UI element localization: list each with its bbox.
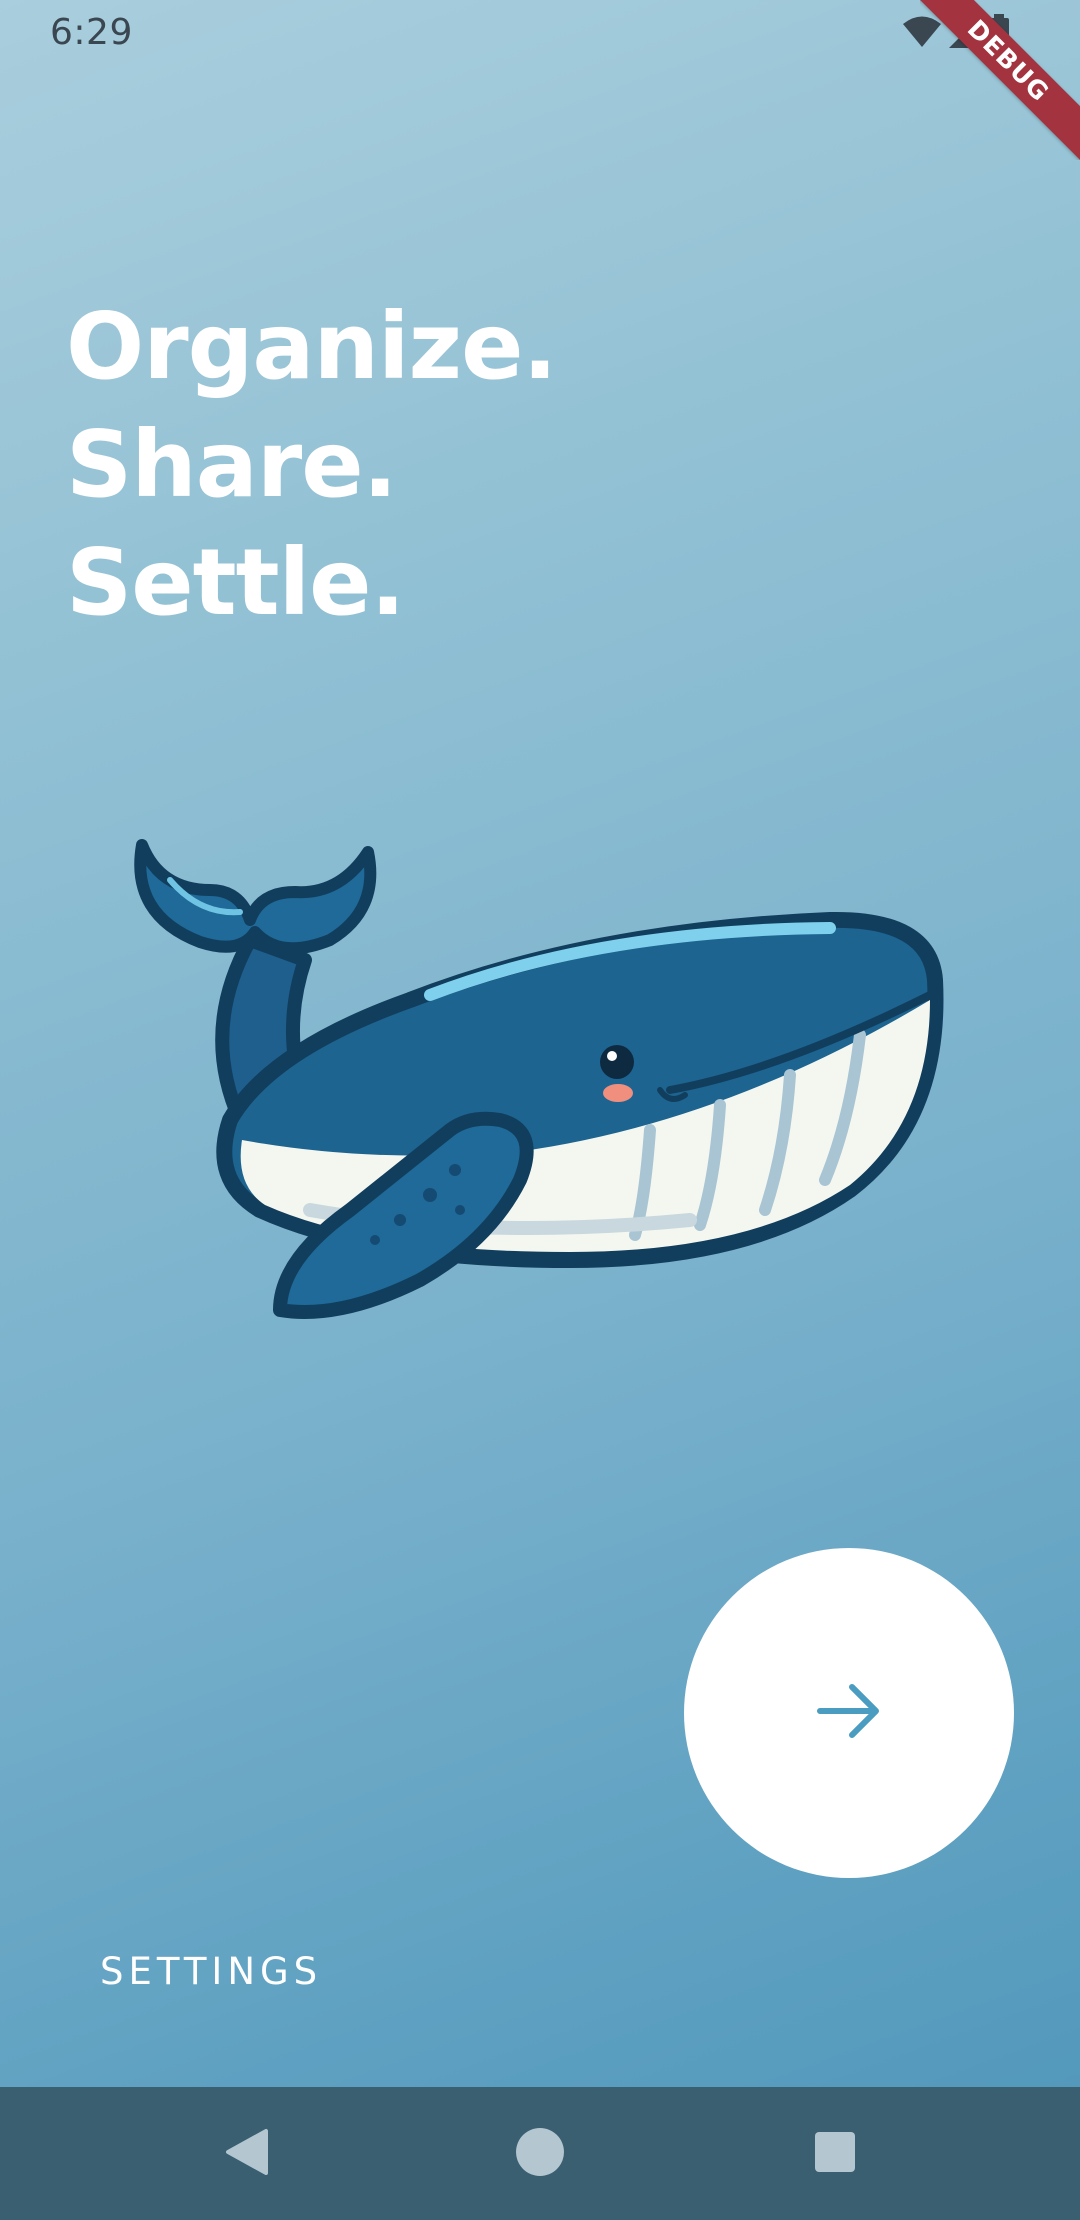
home-icon — [514, 2126, 566, 2182]
debug-banner: DEBUG — [920, 0, 1080, 160]
nav-back-button[interactable] — [177, 2087, 317, 2220]
recents-icon — [813, 2130, 857, 2178]
nav-recents-button[interactable] — [765, 2087, 905, 2220]
whale-eye — [600, 1045, 634, 1079]
whale-cheek — [603, 1084, 633, 1102]
arrow-right-icon — [814, 1676, 884, 1750]
debug-banner-label: DEBUG — [920, 0, 1080, 160]
nav-home-button[interactable] — [470, 2087, 610, 2220]
back-icon — [222, 2127, 272, 2181]
navigation-bar — [0, 2087, 1080, 2220]
status-bar: 6:29 — [0, 0, 1080, 66]
headline-line-share: Share. — [66, 411, 398, 518]
headline: Organize. Share. Settle. — [66, 288, 557, 642]
settings-button[interactable]: SETTINGS — [100, 1950, 322, 1993]
next-button[interactable] — [684, 1548, 1014, 1878]
whale-tail-fluke — [134, 839, 377, 955]
headline-line-organize: Organize. — [66, 293, 557, 400]
headline-line-settle: Settle. — [66, 529, 406, 636]
onboarding-screen: 6:29 DEBUG Organize. Share. Settle. SETT… — [0, 0, 1080, 2220]
whale-illustration — [134, 839, 944, 1319]
status-time: 6:29 — [50, 12, 133, 53]
